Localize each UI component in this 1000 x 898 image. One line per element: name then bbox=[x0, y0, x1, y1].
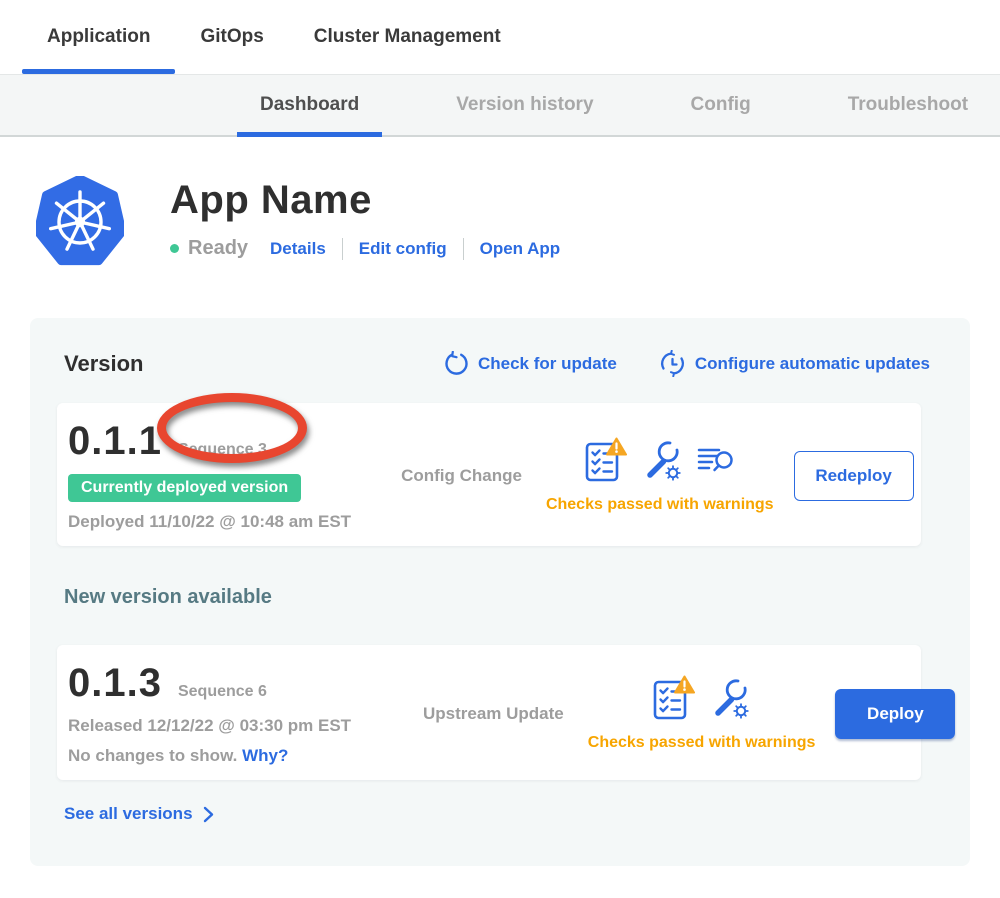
new-version-available-heading: New version available bbox=[64, 586, 970, 609]
configure-automatic-updates-link[interactable]: Configure automatic updates bbox=[659, 350, 930, 377]
tab-gitops[interactable]: GitOps bbox=[175, 0, 288, 74]
configure-automatic-updates-label: Configure automatic updates bbox=[695, 354, 930, 374]
subtab-version-history[interactable]: Version history bbox=[433, 75, 616, 135]
app-header: App Name Ready Details Edit config Open … bbox=[0, 137, 1000, 268]
chevron-right-icon bbox=[203, 806, 214, 823]
edit-config-wrench-gear-icon[interactable] bbox=[642, 439, 682, 481]
preflight-checks-icon[interactable] bbox=[653, 675, 695, 721]
redeploy-button[interactable]: Redeploy bbox=[794, 451, 914, 501]
refresh-icon bbox=[444, 351, 469, 376]
open-app-link[interactable]: Open App bbox=[480, 239, 561, 259]
view-diff-lines-magnifier-icon[interactable] bbox=[697, 443, 735, 477]
edit-config-wrench-gear-icon[interactable] bbox=[710, 677, 750, 719]
see-all-versions-link[interactable]: See all versions bbox=[64, 804, 970, 824]
why-link[interactable]: Why? bbox=[242, 746, 288, 765]
version-source-label: Config Change bbox=[401, 466, 522, 486]
subtab-dashboard[interactable]: Dashboard bbox=[237, 75, 382, 135]
clock-refresh-icon bbox=[659, 350, 686, 377]
edit-config-link[interactable]: Edit config bbox=[359, 239, 447, 259]
version-panel-title: Version bbox=[64, 351, 143, 377]
checks-status-text: Checks passed with warnings bbox=[588, 734, 816, 752]
current-version-card: 0.1.1 Sequence 3 Currently deployed vers… bbox=[57, 403, 921, 546]
subtab-troubleshoot[interactable]: Troubleshoot bbox=[825, 75, 991, 135]
no-changes-text: No changes to show. bbox=[68, 746, 237, 765]
app-name-title: App Name bbox=[170, 178, 560, 223]
tab-application[interactable]: Application bbox=[22, 0, 175, 74]
app-status-row: Ready Details Edit config Open App bbox=[170, 237, 560, 260]
divider bbox=[463, 238, 464, 260]
subtab-config[interactable]: Config bbox=[668, 75, 774, 135]
current-version-number: 0.1.1 bbox=[68, 419, 162, 464]
available-version-number: 0.1.3 bbox=[68, 661, 162, 706]
app-subnav: Dashboard Version history Config Trouble… bbox=[0, 74, 1000, 137]
divider bbox=[342, 238, 343, 260]
check-for-update-label: Check for update bbox=[478, 354, 617, 374]
kubernetes-logo-icon bbox=[36, 176, 124, 268]
version-source-label: Upstream Update bbox=[423, 704, 564, 724]
check-for-update-link[interactable]: Check for update bbox=[444, 351, 617, 376]
deploy-button[interactable]: Deploy bbox=[835, 689, 955, 739]
details-link[interactable]: Details bbox=[270, 239, 326, 259]
released-timestamp: Released 12/12/22 @ 03:30 pm EST bbox=[68, 716, 423, 736]
available-version-card: 0.1.3 Sequence 6 Released 12/12/22 @ 03:… bbox=[57, 645, 921, 780]
ready-status-dot-icon bbox=[170, 244, 179, 253]
version-panel: Version Check for update Configure autom… bbox=[30, 318, 970, 866]
app-status-text: Ready bbox=[188, 237, 248, 260]
available-sequence-label: Sequence 6 bbox=[178, 683, 267, 701]
deployed-timestamp: Deployed 11/10/22 @ 10:48 am EST bbox=[68, 512, 351, 532]
preflight-checks-icon[interactable] bbox=[585, 437, 627, 483]
checks-status-text: Checks passed with warnings bbox=[546, 496, 774, 514]
see-all-versions-label: See all versions bbox=[64, 804, 193, 824]
current-sequence-label: Sequence 3 bbox=[178, 441, 267, 459]
primary-nav: Application GitOps Cluster Management bbox=[0, 0, 1000, 74]
currently-deployed-badge: Currently deployed version bbox=[68, 474, 301, 502]
tab-cluster-management[interactable]: Cluster Management bbox=[289, 0, 526, 74]
